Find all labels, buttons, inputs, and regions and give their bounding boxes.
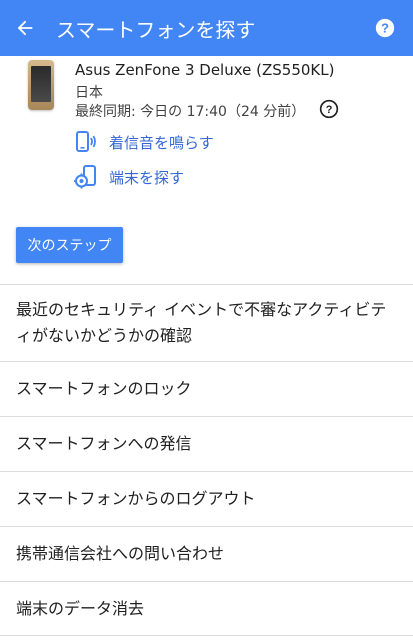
locate-device-label: 端末を探す xyxy=(109,168,185,187)
back-button[interactable] xyxy=(2,0,48,56)
step-sign-out[interactable]: スマートフォンからのログアウト xyxy=(0,471,413,526)
arrow-back-icon xyxy=(17,20,33,36)
app-bar: スマートフォンを探す ? xyxy=(0,0,413,56)
step-call-phone[interactable]: スマートフォンへの発信 xyxy=(0,416,413,471)
step-erase-device[interactable]: 端末のデータ消去 xyxy=(0,581,413,636)
ring-phone-label: 着信音を鳴らす xyxy=(109,133,214,152)
help-outline-icon[interactable]: ? xyxy=(319,99,339,119)
device-image xyxy=(28,60,54,110)
page-title: スマートフォンを探す xyxy=(56,17,256,42)
device-name: Asus ZenFone 3 Deluxe (ZS550KL) xyxy=(75,61,335,79)
device-country: 日本 xyxy=(75,85,103,101)
last-sync-text: 最終同期: 今日の 17:40（24 分前） xyxy=(75,104,306,120)
locate-device-action[interactable]: 端末を探す xyxy=(74,163,184,191)
phone-ring-icon xyxy=(74,130,98,154)
step-lock-phone[interactable]: スマートフォンのロック xyxy=(0,361,413,416)
help-button[interactable]: ? xyxy=(357,0,413,56)
steps-list: 最近のセキュリティ イベントで不審なアクティビティがないかどうかの確認 スマート… xyxy=(0,284,413,636)
next-step-button[interactable]: 次のステップ xyxy=(16,227,123,263)
svg-text:?: ? xyxy=(381,21,389,36)
help-circle-icon: ? xyxy=(375,18,395,38)
step-security-events[interactable]: 最近のセキュリティ イベントで不審なアクティビティがないかどうかの確認 xyxy=(0,284,413,361)
locate-device-icon xyxy=(74,165,98,189)
ring-phone-action[interactable]: 着信音を鳴らす xyxy=(74,128,214,156)
svg-text:?: ? xyxy=(326,104,333,116)
device-card: Asus ZenFone 3 Deluxe (ZS550KL) 日本 最終同期:… xyxy=(0,56,413,206)
step-contact-carrier[interactable]: 携帯通信会社への問い合わせ xyxy=(0,526,413,581)
